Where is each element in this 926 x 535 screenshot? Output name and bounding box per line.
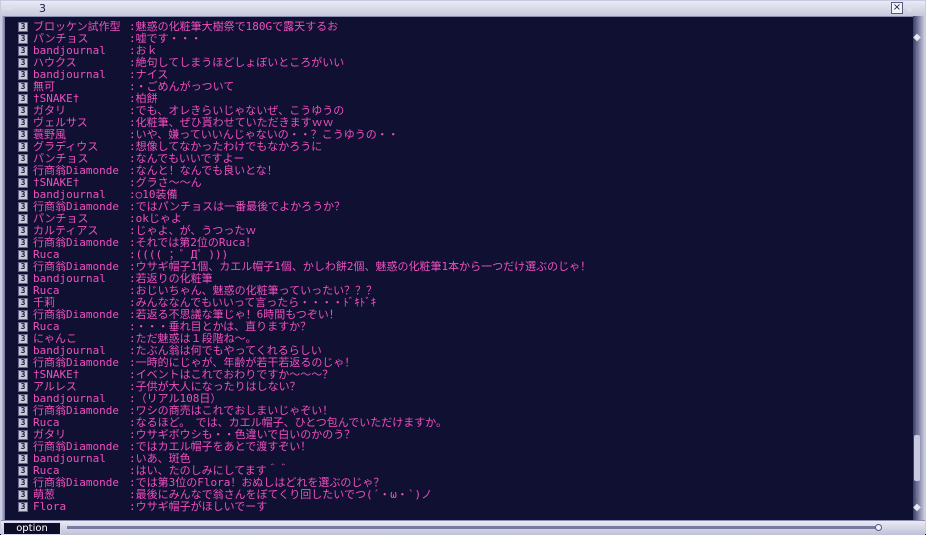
chat-message-text: :ウサギ帽子がほしいでーす [129,500,268,513]
channel-badge-icon: 3 [18,274,28,284]
channel-badge-icon: 3 [18,478,28,488]
channel-badge-icon: 3 [18,34,28,44]
title-ornament-left-icon: ❧ [3,1,14,15]
channel-badge-icon: 3 [18,418,28,428]
channel-badge-icon: 3 [18,454,28,464]
channel-badge-icon: 3 [18,394,28,404]
title-bar[interactable]: ❧ 3 × ❦ [1,1,925,17]
channel-badge-icon: 3 [18,166,28,176]
option-tab[interactable]: option [3,522,61,535]
frame-left [1,16,5,520]
close-button[interactable]: × [891,2,903,14]
window-title: 3 [39,2,46,15]
scroll-down-icon[interactable]: ◆ [911,501,923,515]
channel-badge-icon: 3 [18,202,28,212]
channel-badge-icon: 3 [18,190,28,200]
channel-badge-icon: 3 [18,130,28,140]
channel-badge-icon: 3 [18,94,28,104]
channel-badge-icon: 3 [18,46,28,56]
scroll-thumb[interactable] [914,435,920,481]
channel-badge-icon: 3 [18,154,28,164]
channel-badge-icon: 3 [18,490,28,500]
channel-badge-icon: 3 [18,142,28,152]
channel-badge-icon: 3 [18,286,28,296]
scroll-track[interactable] [916,47,918,497]
channel-badge-icon: 3 [18,310,28,320]
channel-badge-icon: 3 [18,82,28,92]
chat-speaker-name: Flora [33,500,67,513]
channel-badge-icon: 3 [18,466,28,476]
chat-log: 3 ブロッケン試作型:魅惑の化粧筆大樹祭で180Gで露天するお 3 パンチョス:嘘です… [15,21,895,521]
channel-badge-icon: 3 [18,334,28,344]
vertical-scrollbar[interactable]: ◆ ◆ [911,21,923,519]
scroll-up-icon[interactable]: ◆ [911,31,923,45]
channel-badge-icon: 3 [18,322,28,332]
channel-badge-icon: 3 [18,238,28,248]
horizontal-scroll-track[interactable] [67,526,879,529]
channel-badge-icon: 3 [18,502,28,512]
channel-badge-icon: 3 [18,58,28,68]
channel-badge-icon: 3 [18,250,28,260]
channel-badge-icon: 3 [18,370,28,380]
channel-badge-icon: 3 [18,22,28,32]
channel-badge-icon: 3 [18,406,28,416]
channel-badge-icon: 3 [18,214,28,224]
channel-badge-icon: 3 [18,442,28,452]
channel-badge-icon: 3 [18,382,28,392]
chat-window: ❧ 3 × ❦ 3 ブロッケン試作型:魅惑の化粧筆大樹祭で180Gで露天するお 3 パ… [0,0,926,535]
bottom-bar: option [1,520,925,535]
title-ornament-right-icon: ❦ [905,1,916,15]
channel-badge-icon: 3 [18,106,28,116]
channel-badge-icon: 3 [18,346,28,356]
channel-badge-icon: 3 [18,430,28,440]
horizontal-scroll-handle[interactable] [875,524,882,531]
channel-badge-icon: 3 [18,262,28,272]
channel-badge-icon: 3 [18,70,28,80]
chat-row: 3 Flora :ウサギ帽子がほしいでーす [15,501,895,513]
channel-badge-icon: 3 [18,118,28,128]
channel-badge-icon: 3 [18,178,28,188]
channel-badge-icon: 3 [18,226,28,236]
channel-badge-icon: 3 [18,358,28,368]
channel-badge-icon: 3 [18,298,28,308]
